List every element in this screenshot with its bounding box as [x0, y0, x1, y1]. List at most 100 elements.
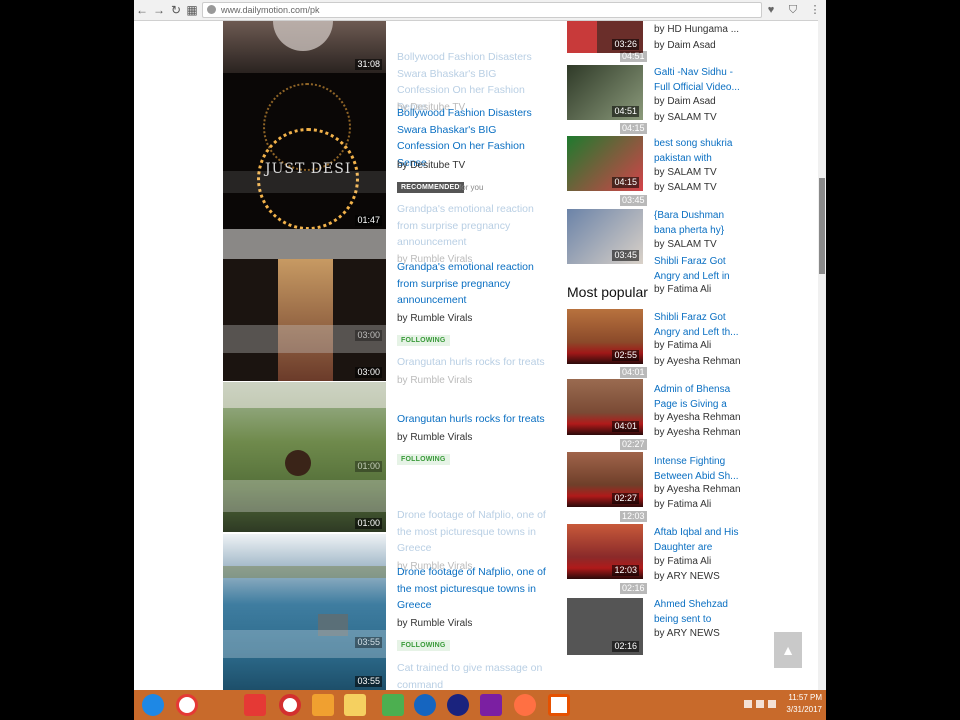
video-owner[interactable]: by Ayesha Rehman	[654, 412, 741, 423]
back-icon[interactable]: ←	[134, 2, 150, 18]
video-title[interactable]: Galti -Nav Sidhu - Full Official Video..…	[654, 65, 744, 95]
video-owner-ghost: by Ayesha Rehman	[654, 356, 741, 367]
video-thumbnail[interactable]: 03:26	[567, 21, 643, 53]
video-title[interactable]: Ahmed Shehzad being sent to	[654, 597, 744, 627]
video-title[interactable]: Aftab Iqbal and His Daughter are	[654, 525, 744, 555]
opera-icon[interactable]	[279, 694, 301, 716]
site-info-icon[interactable]	[207, 5, 216, 14]
video-title[interactable]: Intense Fighting Between Abid Sh...	[654, 454, 744, 484]
video-thumbnail[interactable]: 02:16	[567, 598, 643, 655]
page-content: 31:08 Bollywood Fashion Disasters Swara …	[134, 21, 818, 690]
ie-icon[interactable]	[142, 694, 164, 716]
winrar-icon[interactable]	[480, 694, 502, 716]
video-owner-ghost: by Fatima Ali	[654, 499, 712, 510]
video-thumbnail[interactable]: 12:03	[567, 524, 643, 579]
video-duration: 02:16	[612, 641, 639, 652]
video-title[interactable]: Admin of Bhensa Page is Giving a	[654, 382, 744, 412]
video-duration-ghost: 01:00	[355, 461, 382, 472]
firefox-icon[interactable]	[514, 694, 536, 716]
apps-icon[interactable]: ▦	[184, 2, 200, 18]
winamp-icon[interactable]	[312, 694, 334, 716]
video-title-ghost: Grandpa's emotional reaction from surpri…	[397, 203, 534, 248]
video-thumbnail[interactable]: 02:55	[567, 309, 643, 364]
forward-icon[interactable]: →	[151, 2, 167, 18]
video-owner-ghost: by ARY NEWS	[654, 571, 720, 582]
video-owner[interactable]: by Daim Asad	[654, 96, 716, 107]
browser-window: ← → ↻ ▦ www.dailymotion.com/pk ♥ ⛉ ⋮ 31:…	[134, 0, 826, 690]
back-to-top-button[interactable]: ▲	[774, 632, 802, 668]
video-thumbnail[interactable]: 04:01	[567, 379, 643, 435]
tray-icon[interactable]	[744, 700, 752, 708]
video-title[interactable]: Shibli Faraz Got Angry and Left th...	[654, 310, 744, 340]
video-owner[interactable]: by Ayesha Rehman	[654, 484, 741, 495]
following-badge: FOLLOWING	[397, 454, 450, 465]
video-owner[interactable]: by Desitube TV	[397, 160, 465, 171]
video-title[interactable]: Orangutan hurls rocks for treats	[397, 411, 547, 428]
browser-toolbar: ← → ↻ ▦ www.dailymotion.com/pk ♥ ⛉ ⋮	[134, 0, 826, 21]
video-owner-ghost: by Daim Asad	[654, 40, 716, 51]
clock-date: 3/31/2017	[786, 705, 822, 714]
video-owner[interactable]: by Fatima Ali	[654, 340, 711, 351]
recommended-badge: RECOMMENDED	[397, 182, 464, 193]
video-owner-ghost: by SALAM TV	[654, 112, 717, 123]
video-owner-ghost: by Rumble Virals	[397, 375, 473, 386]
video-owner[interactable]: by Rumble Virals	[397, 313, 472, 324]
video-duration: 01:00	[355, 518, 382, 529]
camtasia-icon[interactable]	[548, 694, 570, 716]
video-title[interactable]: best song shukria pakistan with	[654, 136, 744, 166]
video-duration: 04:15	[612, 177, 639, 188]
windows-taskbar: 11:57 PM 3/31/2017	[134, 690, 826, 720]
video-thumbnail[interactable]: 31:08	[223, 21, 386, 73]
video-thumbnail[interactable]: 03:55 03:55	[223, 534, 386, 690]
clock-time: 11:57 PM	[788, 693, 822, 702]
video-thumbnail[interactable]: 02:27	[567, 452, 643, 507]
url-text: www.dailymotion.com/pk	[221, 5, 320, 15]
video-duration: 03:26	[612, 39, 639, 50]
system-clock[interactable]: 11:57 PM 3/31/2017	[786, 692, 822, 716]
video-title[interactable]: Grandpa's emotional reaction from surpri…	[397, 259, 547, 309]
video-duration: 03:00	[355, 367, 382, 378]
page-scrollbar[interactable]	[818, 20, 826, 690]
video-title[interactable]: Drone footage of Nafplio, one of the mos…	[397, 564, 547, 614]
video-thumbnail[interactable]: 04:51	[567, 65, 643, 120]
video-duration: 03:45	[612, 250, 639, 261]
video-thumbnail[interactable]: 04:15	[567, 136, 643, 191]
scrollbar-thumb[interactable]	[819, 178, 825, 274]
media-player-icon[interactable]	[344, 694, 366, 716]
video-duration: 04:01	[612, 421, 639, 432]
help-icon[interactable]	[414, 694, 436, 716]
for-you-label: for you	[459, 183, 484, 192]
app-dark-icon[interactable]	[447, 694, 469, 716]
volume-icon[interactable]	[768, 700, 776, 708]
video-thumbnail[interactable]: JUST DESI 01:47	[223, 73, 386, 229]
video-owner-ghost: by Fatima Ali	[654, 284, 712, 295]
video-duration: 02:27	[612, 493, 639, 504]
video-owner-ghost: by Ayesha Rehman	[654, 427, 741, 438]
video-owner[interactable]: by SALAM TV	[654, 239, 717, 250]
video-duration-ghost: 12:03	[620, 511, 647, 522]
shield-icon[interactable]: ⛉	[786, 2, 800, 18]
video-duration: 12:03	[612, 565, 639, 576]
video-owner[interactable]: by Rumble Virals	[397, 618, 472, 629]
video-duration: 31:08	[355, 59, 382, 70]
video-owner[interactable]: by Rumble Virals	[397, 432, 472, 443]
menu-icon[interactable]: ⋮	[808, 2, 822, 18]
video-owner[interactable]: by ARY NEWS	[654, 628, 720, 639]
app-circle-icon[interactable]	[176, 694, 198, 716]
video-thumbnail[interactable]: 03:45	[567, 209, 643, 264]
video-duration: 03:55	[355, 676, 382, 687]
network-icon[interactable]	[756, 700, 764, 708]
video-title-ghost: Shibli Faraz Got Angry and Left in	[654, 256, 730, 282]
video-thumbnail[interactable]: 03:00 03:00	[223, 229, 386, 381]
video-thumbnail[interactable]: 01:00 01:00	[223, 382, 386, 532]
address-bar[interactable]: www.dailymotion.com/pk	[202, 2, 762, 18]
video-owner[interactable]: by SALAM TV	[654, 167, 717, 178]
video-duration-ghost: 03:00	[355, 330, 382, 341]
video-title[interactable]: {Bara Dushman bana pherta hy}	[654, 208, 744, 238]
video-owner[interactable]: by HD Hungama ...	[654, 24, 739, 35]
paint-icon[interactable]	[382, 694, 404, 716]
download-icon[interactable]	[244, 694, 266, 716]
reload-icon[interactable]: ↻	[168, 2, 184, 18]
video-owner[interactable]: by Fatima Ali	[654, 556, 711, 567]
bookmark-icon[interactable]: ♥	[764, 2, 778, 18]
